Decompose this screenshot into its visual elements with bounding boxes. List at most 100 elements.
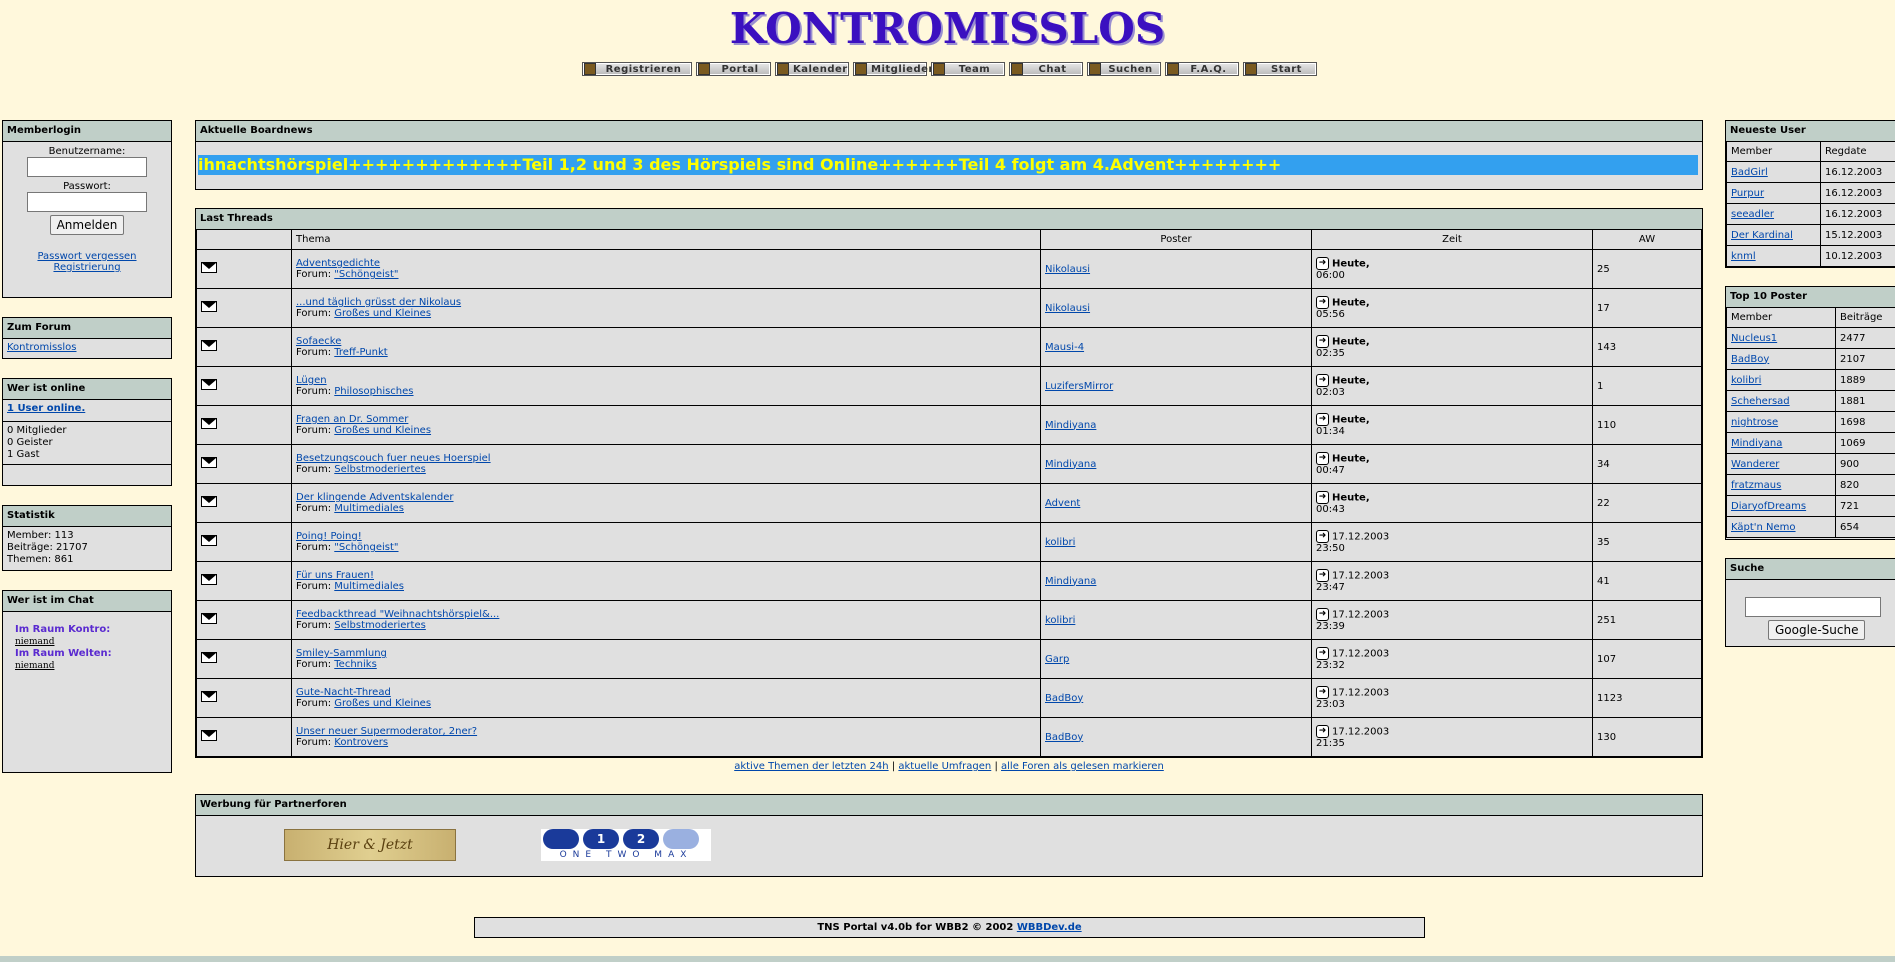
top-poster-link[interactable]: Schehersad bbox=[1731, 396, 1790, 407]
thread-date: Heute, bbox=[1332, 297, 1370, 309]
forum-link[interactable]: Kontromisslos bbox=[7, 342, 77, 353]
partner-banner-onetwomax[interactable]: 1 2 ONE TWO MAX bbox=[541, 829, 711, 861]
newest-user-row: knml 10.12.2003 bbox=[1726, 245, 1895, 267]
thread-poster-link[interactable]: Mindiyana bbox=[1045, 420, 1096, 431]
active-threads-link[interactable]: aktive Themen der letzten 24h bbox=[734, 761, 888, 772]
thread-poster-link[interactable]: Advent bbox=[1045, 498, 1080, 509]
thread-forum-link[interactable]: "Schöngeist" bbox=[334, 542, 398, 553]
top-poster-link[interactable]: nightrose bbox=[1731, 417, 1778, 428]
nav-members-button[interactable]: Mitglieder bbox=[853, 62, 933, 76]
thread-row: Lügen Forum: Philosophisches LuzifersMirro… bbox=[196, 366, 1702, 406]
nav-register-button[interactable]: Registrieren bbox=[582, 62, 692, 76]
last-post-icon[interactable]: ➜ bbox=[1316, 452, 1329, 465]
thread-poster-link[interactable]: BadBoy bbox=[1045, 693, 1083, 704]
thread-forum-link[interactable]: Selbstmoderiertes bbox=[334, 464, 426, 475]
top10-table: Member Beiträge Nucleus1 2477 BadBoy 2107 kol… bbox=[1726, 307, 1895, 538]
mark-all-read-link[interactable]: alle Foren als gelesen markieren bbox=[1001, 761, 1164, 772]
nav-chat-button[interactable]: Chat bbox=[1009, 62, 1083, 76]
thread-poster-link[interactable]: BadBoy bbox=[1045, 732, 1083, 743]
nav-start-button[interactable]: Start bbox=[1243, 62, 1317, 76]
last-post-icon[interactable]: ➜ bbox=[1316, 725, 1329, 738]
thread-poster-link[interactable]: Mindiyana bbox=[1045, 576, 1096, 587]
thread-title-link[interactable]: Adventsgedichte bbox=[296, 258, 380, 269]
newest-user-link[interactable]: knml bbox=[1731, 251, 1756, 262]
last-post-icon[interactable]: ➜ bbox=[1316, 647, 1329, 660]
thread-forum-link[interactable]: "Schöngeist" bbox=[334, 269, 398, 280]
top-poster-link[interactable]: Käpt'n Nemo bbox=[1731, 522, 1796, 533]
chat-panel: Wer ist im Chat Im Raum Kontro: niemand … bbox=[2, 590, 172, 773]
thread-poster-link[interactable]: LuzifersMirror bbox=[1045, 381, 1113, 392]
thread-title-link[interactable]: Der klingende Adventskalender bbox=[296, 492, 454, 503]
thread-forum-link[interactable]: Großes und Kleines bbox=[334, 425, 431, 436]
newest-user-link[interactable]: Der Kardinal bbox=[1731, 230, 1793, 241]
thread-poster-link[interactable]: Nikolausi bbox=[1045, 303, 1090, 314]
last-post-icon[interactable]: ➜ bbox=[1316, 569, 1329, 582]
thread-title-link[interactable]: Gute-Nacht-Thread bbox=[296, 687, 391, 698]
last-post-icon[interactable]: ➜ bbox=[1316, 491, 1329, 504]
thread-title-link[interactable]: Sofaecke bbox=[296, 336, 341, 347]
google-search-button[interactable]: Google-Suche bbox=[1768, 620, 1866, 640]
last-post-icon[interactable]: ➜ bbox=[1316, 257, 1329, 270]
top-poster-link[interactable]: fratzmaus bbox=[1731, 480, 1781, 491]
top-poster-link[interactable]: Wanderer bbox=[1731, 459, 1779, 470]
last-post-icon[interactable]: ➜ bbox=[1316, 530, 1329, 543]
thread-title-link[interactable]: ...und täglich grüsst der Nikolaus bbox=[296, 297, 461, 308]
thread-poster-link[interactable]: Garp bbox=[1045, 654, 1069, 665]
search-input[interactable] bbox=[1745, 597, 1881, 617]
thread-title-link[interactable]: Für uns Frauen! bbox=[296, 570, 374, 581]
thread-title-link[interactable]: Poing! Poing! bbox=[296, 531, 362, 542]
thread-poster-link[interactable]: kolibri bbox=[1045, 537, 1075, 548]
nav-team-button[interactable]: Team bbox=[931, 62, 1005, 76]
thread-forum-link[interactable]: Multimediales bbox=[334, 503, 404, 514]
top-poster-link[interactable]: Mindiyana bbox=[1731, 438, 1782, 449]
thread-title-link[interactable]: Besetzungscouch fuer neues Hoerspiel bbox=[296, 453, 491, 464]
top-poster-link[interactable]: DiaryofDreams bbox=[1731, 501, 1806, 512]
login-button[interactable]: Anmelden bbox=[49, 215, 125, 235]
thread-title-link[interactable]: Feedbackthread "Weihnachtshörspiel&... bbox=[296, 609, 499, 620]
nav-search-button[interactable]: Suchen bbox=[1087, 62, 1161, 76]
thread-poster-link[interactable]: Mausi-4 bbox=[1045, 342, 1084, 353]
thread-forum-link[interactable]: Philosophisches bbox=[334, 386, 413, 397]
thread-title-link[interactable]: Unser neuer Supermoderator, 2ner? bbox=[296, 726, 477, 737]
username-input[interactable] bbox=[27, 157, 147, 177]
nav-calendar-button[interactable]: Kalender bbox=[775, 62, 849, 76]
registration-link[interactable]: Registrierung bbox=[53, 262, 120, 273]
last-post-icon[interactable]: ➜ bbox=[1316, 608, 1329, 621]
thread-poster-link[interactable]: Nikolausi bbox=[1045, 264, 1090, 275]
thread-forum-link[interactable]: Techniks bbox=[334, 659, 377, 670]
newest-user-link[interactable]: seeadler bbox=[1731, 209, 1774, 220]
partner-banner-hier-jetzt[interactable]: Hier & Jetzt bbox=[284, 829, 456, 861]
top-poster-link[interactable]: BadBoy bbox=[1731, 354, 1769, 365]
thread-poster-link[interactable]: Mindiyana bbox=[1045, 459, 1096, 470]
nav-faq-button[interactable]: F.A.Q. bbox=[1165, 62, 1239, 76]
team-icon bbox=[933, 63, 945, 75]
top-poster-link[interactable]: Nucleus1 bbox=[1731, 333, 1777, 344]
last-post-icon[interactable]: ➜ bbox=[1316, 413, 1329, 426]
thread-forum-link[interactable]: Großes und Kleines bbox=[334, 698, 431, 709]
thread-forum-link[interactable]: Selbstmoderiertes bbox=[334, 620, 426, 631]
thread-replies: 130 bbox=[1592, 717, 1702, 757]
thread-title-link[interactable]: Fragen an Dr. Sommer bbox=[296, 414, 408, 425]
thread-date: Heute, bbox=[1332, 414, 1370, 426]
last-post-icon[interactable]: ➜ bbox=[1316, 374, 1329, 387]
last-post-icon[interactable]: ➜ bbox=[1316, 335, 1329, 348]
forgot-password-link[interactable]: Passwort vergessen bbox=[37, 251, 136, 262]
thread-forum-link[interactable]: Multimediales bbox=[334, 581, 404, 592]
thread-forum-link[interactable]: Kontrovers bbox=[334, 737, 388, 748]
current-polls-link[interactable]: aktuelle Umfragen bbox=[898, 761, 991, 772]
top-poster-link[interactable]: kolibri bbox=[1731, 375, 1761, 386]
last-post-icon[interactable]: ➜ bbox=[1316, 686, 1329, 699]
top-poster-row: Schehersad 1881 bbox=[1726, 390, 1895, 412]
thread-forum-link[interactable]: Treff-Punkt bbox=[334, 347, 387, 358]
thread-title-link[interactable]: Lügen bbox=[296, 375, 327, 386]
newest-user-link[interactable]: BadGirl bbox=[1731, 167, 1768, 178]
thread-forum-link[interactable]: Großes und Kleines bbox=[334, 308, 431, 319]
last-post-icon[interactable]: ➜ bbox=[1316, 296, 1329, 309]
thread-title-link[interactable]: Smiley-Sammlung bbox=[296, 648, 387, 659]
newest-user-link[interactable]: Purpur bbox=[1731, 188, 1764, 199]
footer-link[interactable]: WBBDev.de bbox=[1017, 922, 1082, 933]
nav-portal-button[interactable]: Portal bbox=[696, 62, 771, 76]
online-users-link[interactable]: 1 User online. bbox=[7, 403, 85, 414]
password-input[interactable] bbox=[27, 192, 147, 212]
thread-poster-link[interactable]: kolibri bbox=[1045, 615, 1075, 626]
